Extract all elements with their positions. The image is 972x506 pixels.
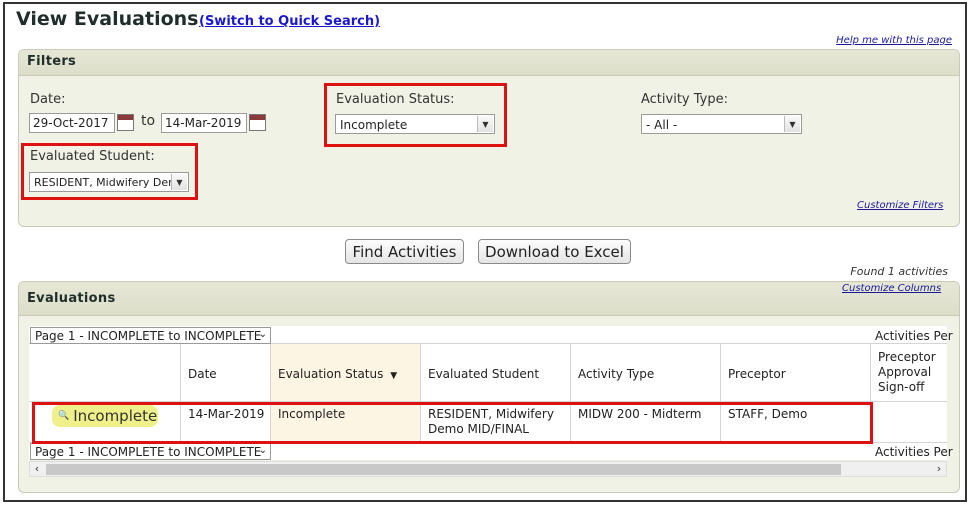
- evaluations-header: Evaluations: [19, 282, 959, 316]
- help-link[interactable]: Help me with this page: [836, 35, 952, 46]
- chevron-down-icon: ▼: [784, 116, 800, 132]
- date-to-separator: to: [141, 113, 156, 129]
- horizontal-scrollbar[interactable]: ‹ ›: [29, 461, 947, 477]
- results-count: Found 1 activities: [850, 265, 948, 278]
- quick-search-link[interactable]: (Switch to Quick Search): [199, 14, 380, 29]
- activities-per-bottom[interactable]: Activities Per: [875, 445, 953, 459]
- activity-select-value: - All -: [646, 118, 678, 132]
- find-activities-button[interactable]: Find Activities: [345, 239, 464, 264]
- scroll-thumb[interactable]: [46, 464, 841, 475]
- download-excel-button[interactable]: Download to Excel: [478, 239, 631, 264]
- filters-header: Filters: [19, 50, 959, 76]
- scroll-left-icon[interactable]: ‹: [30, 462, 44, 476]
- column-header-preceptor[interactable]: Preceptor: [728, 367, 786, 381]
- column-header-activity-type[interactable]: Activity Type: [578, 367, 654, 381]
- calendar-icon[interactable]: [249, 114, 266, 131]
- column-header-signoff[interactable]: Preceptor Approval Sign-off: [878, 350, 940, 395]
- activities-per-top[interactable]: Activities Per: [875, 329, 953, 343]
- activity-select[interactable]: - All - ▼: [641, 114, 802, 134]
- scroll-right-icon[interactable]: ›: [932, 462, 946, 476]
- customize-columns-link[interactable]: Customize Columns: [842, 283, 941, 294]
- sort-desc-icon: ▼: [390, 371, 398, 381]
- column-header-evaluated-student[interactable]: Evaluated Student: [428, 367, 539, 381]
- highlight-student: [21, 143, 198, 200]
- calendar-icon[interactable]: [117, 114, 134, 131]
- date-from-input[interactable]: 29-Oct-2017: [29, 113, 115, 133]
- column-header-date[interactable]: Date: [188, 367, 217, 381]
- pager-top[interactable]: Page 1 - INCOMPLETE to INCOMPLETE ⌄: [30, 327, 271, 344]
- activity-label: Activity Type:: [641, 92, 728, 107]
- chevron-down-icon: ⌄: [258, 445, 267, 456]
- chevron-down-icon: ⌄: [258, 329, 267, 340]
- column-header-label: Evaluation Status: [278, 367, 384, 381]
- customize-filters-link[interactable]: Customize Filters: [857, 200, 943, 211]
- date-label: Date:: [30, 92, 66, 107]
- pager-bottom-label: Page 1 - INCOMPLETE to INCOMPLETE: [35, 445, 262, 459]
- page-title: View Evaluations: [16, 8, 199, 30]
- column-header-evaluation-status[interactable]: Evaluation Status ▼: [278, 367, 397, 381]
- date-to-input[interactable]: 14-Mar-2019: [161, 113, 247, 133]
- pager-bottom[interactable]: Page 1 - INCOMPLETE to INCOMPLETE ⌄: [30, 443, 271, 460]
- highlight-status: [324, 83, 507, 147]
- pager-top-label: Page 1 - INCOMPLETE to INCOMPLETE: [35, 329, 262, 343]
- highlight-row: [32, 402, 873, 444]
